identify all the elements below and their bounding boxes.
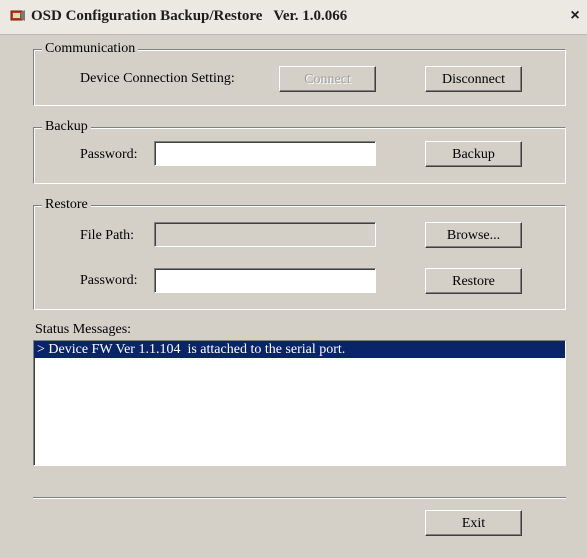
- footer-separator: [33, 497, 566, 499]
- communication-legend: Communication: [42, 41, 139, 57]
- title-bar[interactable]: OSD Configuration Backup/Restore Ver. 1.…: [0, 0, 587, 35]
- backup-legend: Backup: [42, 119, 91, 135]
- restore-button[interactable]: Restore: [425, 268, 522, 294]
- window-title: OSD Configuration Backup/Restore Ver. 1.…: [31, 8, 348, 24]
- connect-button[interactable]: Connect: [279, 66, 376, 92]
- restore-password-label: Password:: [80, 273, 138, 288]
- backup-button[interactable]: Backup: [425, 141, 522, 167]
- file-path-label: File Path:: [80, 228, 135, 243]
- backup-password-label: Password:: [80, 147, 138, 162]
- disconnect-button[interactable]: Disconnect: [425, 66, 522, 92]
- exit-button[interactable]: Exit: [425, 510, 522, 536]
- restore-legend: Restore: [42, 197, 91, 213]
- close-icon[interactable]: ×: [566, 7, 584, 25]
- browse-button[interactable]: Browse...: [425, 222, 522, 248]
- device-connection-label: Device Connection Setting:: [80, 71, 235, 86]
- restore-password-field[interactable]: [154, 268, 376, 293]
- status-message-item[interactable]: > Device FW Ver 1.1.104 is attached to t…: [34, 341, 565, 358]
- backup-restore-window: OSD Configuration Backup/Restore Ver. 1.…: [0, 0, 587, 558]
- status-messages-label: Status Messages:: [35, 322, 132, 337]
- file-path-field: [154, 222, 376, 247]
- app-icon: [10, 10, 25, 21]
- status-messages-list[interactable]: > Device FW Ver 1.1.104 is attached to t…: [33, 340, 566, 466]
- backup-password-field[interactable]: [154, 141, 376, 166]
